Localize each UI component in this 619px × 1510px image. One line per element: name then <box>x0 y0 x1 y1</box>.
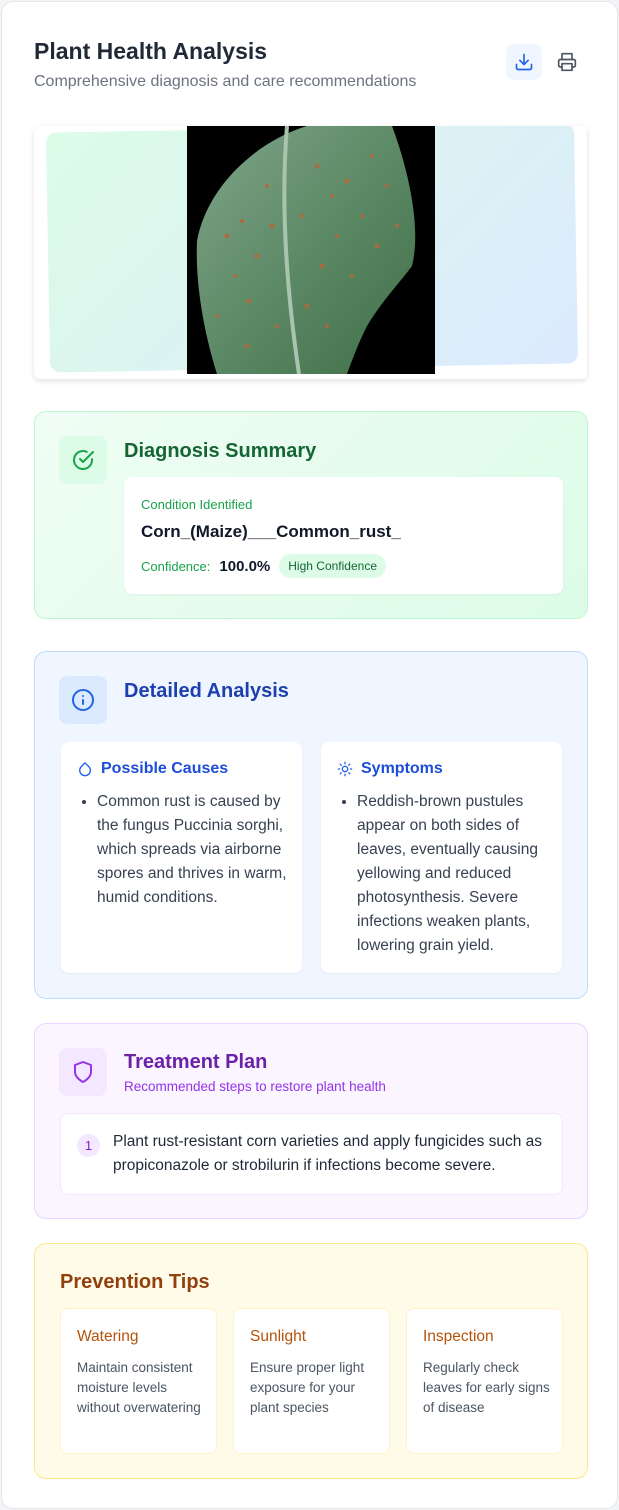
condition-label: Condition Identified <box>141 497 253 512</box>
possible-causes-title: Possible Causes <box>101 760 229 777</box>
treatment-step: 1 Plant rust-resistant corn varieties an… <box>60 1113 563 1195</box>
symptoms-card: Symptoms Reddish-brown pustules appear o… <box>321 742 562 973</box>
tip-watering: Watering Maintain consistent moisture le… <box>60 1308 217 1454</box>
treatment-icon-box <box>59 1048 107 1096</box>
list-item: Reddish-brown pustules appear on both si… <box>357 790 553 958</box>
header: Plant Health Analysis Comprehensive diag… <box>34 38 585 98</box>
tip-inspection: Inspection Regularly check leaves for ea… <box>406 1308 563 1454</box>
page-subtitle: Comprehensive diagnosis and care recomme… <box>34 73 417 90</box>
tip-title: Sunlight <box>250 1328 307 1345</box>
printer-icon <box>557 52 577 72</box>
check-circle-icon <box>73 450 94 470</box>
download-button[interactable] <box>506 44 542 80</box>
leaf-photo <box>187 126 435 375</box>
symptoms-list: Reddish-brown pustules appear on both si… <box>357 790 553 958</box>
tip-sunlight: Sunlight Ensure proper light exposure fo… <box>233 1308 390 1454</box>
info-icon <box>72 689 94 711</box>
tip-description: Regularly check leaves for early signs o… <box>423 1360 550 1415</box>
analysis-icon-box <box>59 676 107 724</box>
droplet-icon <box>79 762 91 777</box>
confidence-row: Confidence: 100.0% High Confidence <box>141 554 386 578</box>
tip-title: Watering <box>77 1328 139 1345</box>
detailed-analysis: Detailed Analysis Possible Causes Common… <box>34 651 588 999</box>
print-button[interactable] <box>549 44 585 80</box>
tip-title: Inspection <box>423 1328 494 1345</box>
tip-description: Maintain consistent moisture levels with… <box>77 1360 201 1415</box>
plant-image-card <box>34 126 587 379</box>
treatment-title: Treatment Plan <box>124 1051 268 1073</box>
treatment-plan: Treatment Plan Recommended steps to rest… <box>34 1023 588 1219</box>
prevention-title: Prevention Tips <box>60 1271 210 1293</box>
diagnosis-summary: Diagnosis Summary Condition Identified C… <box>34 411 588 619</box>
step-text: Plant rust-resistant corn varieties and … <box>113 1133 543 1174</box>
analysis-title: Detailed Analysis <box>124 680 289 702</box>
download-icon <box>515 53 533 71</box>
list-item: Common rust is caused by the fungus Pucc… <box>97 790 293 910</box>
possible-causes-header: Possible Causes <box>77 760 228 778</box>
diagnosis-title: Diagnosis Summary <box>124 440 317 462</box>
sun-icon <box>337 761 353 777</box>
possible-causes-card: Possible Causes Common rust is caused by… <box>61 742 302 973</box>
page-title: Plant Health Analysis <box>34 38 268 64</box>
confidence-badge: High Confidence <box>279 554 386 578</box>
possible-causes-list: Common rust is caused by the fungus Pucc… <box>97 790 293 910</box>
symptoms-header: Symptoms <box>337 760 443 778</box>
step-number: 1 <box>77 1134 100 1157</box>
treatment-subtitle: Recommended steps to restore plant healt… <box>124 1079 386 1094</box>
diagnosis-icon-box <box>59 436 107 484</box>
diagnosis-card: Condition Identified Corn_(Maize)___Comm… <box>124 477 563 594</box>
tip-description: Ensure proper light exposure for your pl… <box>250 1360 365 1415</box>
shield-icon <box>74 1061 92 1083</box>
prevention-tips: Prevention Tips Watering Maintain consis… <box>34 1243 588 1479</box>
confidence-label: Confidence: <box>141 558 211 574</box>
symptoms-title: Symptoms <box>361 760 443 777</box>
condition-value: Corn_(Maize)___Common_rust_ <box>141 522 401 541</box>
confidence-value: 100.0% <box>219 557 271 575</box>
analysis-page: Plant Health Analysis Comprehensive diag… <box>1 1 618 1509</box>
